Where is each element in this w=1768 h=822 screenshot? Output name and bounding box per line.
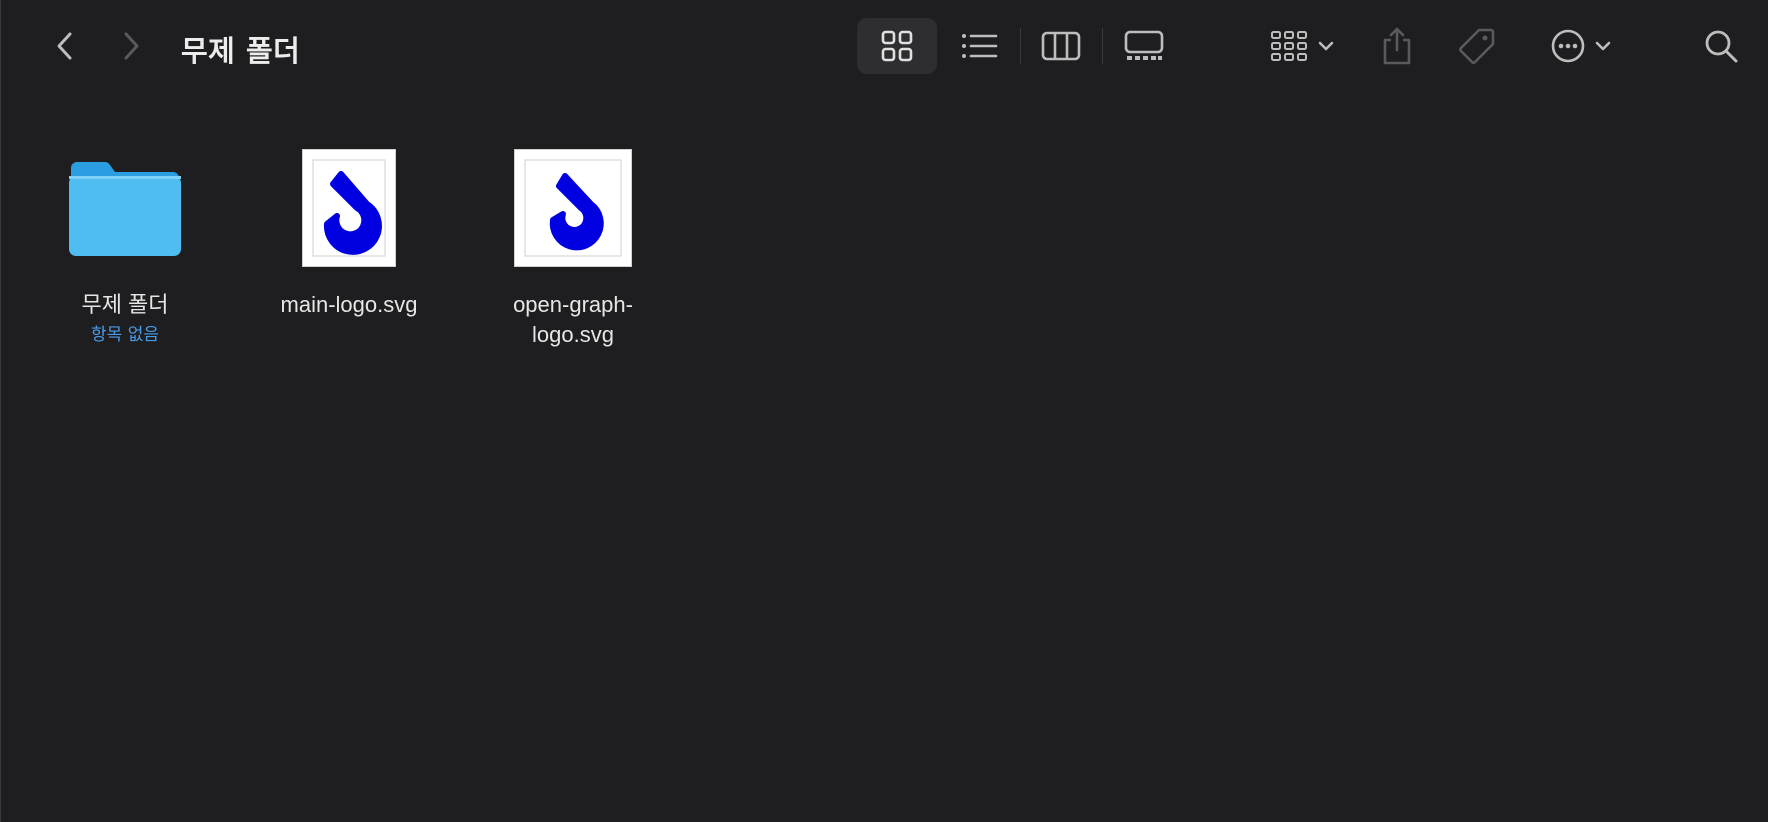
list-view-button[interactable]: [939, 18, 1019, 74]
column-view-icon: [1041, 31, 1081, 61]
folder-icon: [69, 162, 181, 256]
tag-icon: [1459, 28, 1495, 64]
more-icon: [1551, 29, 1585, 63]
forward-button[interactable]: [111, 26, 151, 66]
logo-image: [524, 159, 622, 257]
search-icon: [1705, 30, 1738, 63]
folder-thumbnail: [65, 148, 185, 268]
grid-view-icon: [881, 30, 913, 62]
file-name: open-graph-logo.svg: [513, 292, 633, 347]
toolbar: 무제 폴더: [1, 0, 1768, 92]
group-by-icon: [1271, 31, 1307, 61]
file-item-svg[interactable]: main-logo.svg: [249, 148, 449, 320]
icon-view-button[interactable]: [857, 18, 937, 74]
toolbar-separator: [1102, 28, 1103, 64]
gallery-view-icon: [1124, 30, 1164, 60]
file-grid: 무제 폴더 항목 없음 main-logo.svg open-graph-log…: [1, 92, 1768, 822]
file-item-folder[interactable]: 무제 폴더 항목 없음: [25, 148, 225, 345]
chevron-left-icon: [57, 32, 72, 60]
share-button[interactable]: [1377, 22, 1417, 70]
chevron-right-icon: [124, 32, 139, 60]
file-name: 무제 폴더: [81, 292, 169, 317]
file-item-svg[interactable]: open-graph-logo.svg: [473, 148, 673, 350]
search-button[interactable]: [1699, 22, 1743, 70]
file-name: main-logo.svg: [280, 292, 418, 317]
chevron-down-icon: [1595, 41, 1611, 51]
finder-window: 무제 폴더 무제 폴더 항목 없음 main-logo.svg open-gra…: [0, 0, 1768, 822]
share-icon: [1383, 27, 1411, 65]
list-view-icon: [962, 34, 998, 58]
chevron-down-icon: [1318, 41, 1334, 51]
gallery-view-button[interactable]: [1104, 18, 1184, 74]
column-view-button[interactable]: [1021, 18, 1101, 74]
svg-thumbnail: [302, 148, 396, 268]
group-by-button[interactable]: [1263, 22, 1343, 70]
tag-button[interactable]: [1455, 22, 1499, 70]
back-button[interactable]: [45, 26, 85, 66]
logo-image: [312, 159, 386, 257]
svg-thumbnail: [514, 148, 632, 268]
window-title: 무제 폴더: [181, 34, 301, 68]
item-count-label: 항목 없음: [91, 325, 159, 345]
more-actions-button[interactable]: [1541, 22, 1621, 70]
